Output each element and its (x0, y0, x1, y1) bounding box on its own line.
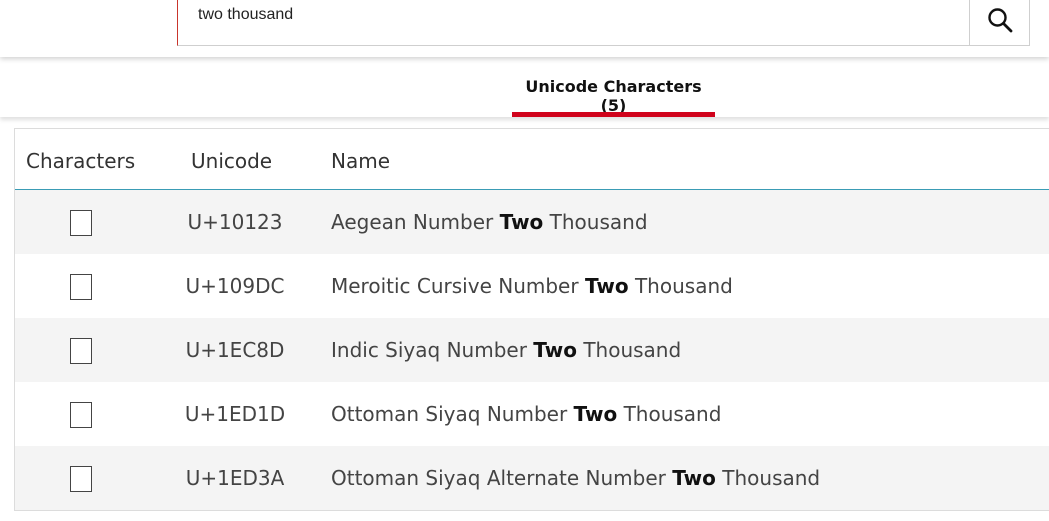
character-name: Indic Siyaq Number Two Thousand (331, 338, 682, 362)
table-row[interactable]: U+1ED1D Ottoman Siyaq Number Two Thousan… (15, 382, 1049, 446)
missing-glyph-icon (70, 210, 92, 236)
search-button[interactable] (969, 0, 1029, 45)
tab-unicode-characters[interactable]: Unicode Characters (5) (512, 57, 715, 117)
character-name: Ottoman Siyaq Alternate Number Two Thous… (331, 466, 821, 490)
header (0, 0, 1049, 57)
table-row[interactable]: U+1ED3A Ottoman Siyaq Alternate Number T… (15, 446, 1049, 510)
unicode-code: U+1ED3A (185, 466, 285, 490)
table-row[interactable]: U+1EC8D Indic Siyaq Number Two Thousand (15, 318, 1049, 382)
highlight: Two (584, 274, 629, 298)
missing-glyph-icon (70, 466, 92, 492)
unicode-code: U+109DC (185, 274, 285, 298)
missing-glyph-icon (70, 274, 92, 300)
missing-glyph-icon (70, 402, 92, 428)
missing-glyph-icon (70, 338, 92, 364)
highlight: Two (573, 402, 618, 426)
highlight: Two (533, 338, 577, 362)
unicode-code: U+1ED1D (184, 402, 286, 426)
unicode-code: U+1EC8D (185, 338, 285, 362)
character-name: Meroitic Cursive Number Two Thousand (331, 274, 733, 298)
highlight: Two (499, 210, 544, 234)
results-table: Characters Unicode Name U+10123 Aegean N… (14, 128, 1049, 511)
tab-label: Unicode Characters (5) (525, 77, 702, 115)
character-name: Aegean Number Two Thousand (331, 210, 648, 234)
highlight: Two (672, 466, 716, 490)
table-row[interactable]: U+109DC Meroitic Cursive Number Two Thou… (15, 254, 1049, 318)
active-tab-indicator (512, 112, 715, 117)
character-name: Ottoman Siyaq Number Two Thousand (331, 402, 722, 426)
search-icon (987, 7, 1013, 37)
column-header-name: Name (331, 149, 391, 173)
column-header-characters: Characters (26, 149, 136, 173)
column-header-unicode: Unicode (191, 149, 273, 173)
tab-bar: Unicode Characters (5) (0, 57, 1049, 117)
unicode-code: U+10123 (187, 210, 283, 234)
search-box (177, 0, 1030, 46)
table-header: Characters Unicode Name (15, 129, 1049, 190)
search-input[interactable] (198, 2, 958, 28)
table-row[interactable]: U+10123 Aegean Number Two Thousand (15, 190, 1049, 254)
